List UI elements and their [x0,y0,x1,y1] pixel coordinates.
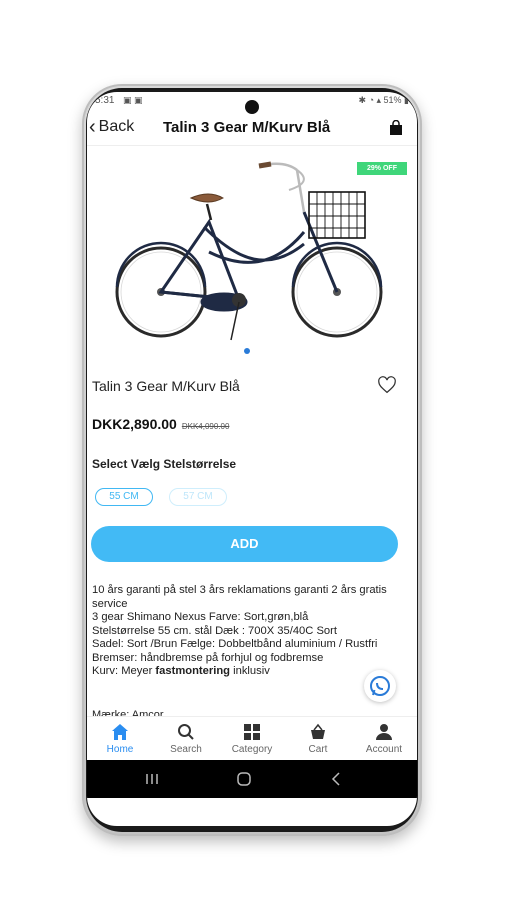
bottom-nav: Home Search Category Cart Account [87,716,417,760]
nav-label: Cart [308,744,328,755]
nav-item-category[interactable]: Category [219,717,285,760]
whatsapp-icon[interactable] [364,670,396,702]
chevron-left-icon: ‹ [89,116,96,138]
back-label: Back [98,118,135,135]
recent-apps-icon[interactable] [144,771,160,787]
description-line: Kurv: Meyer fastmontering inklusiv [92,665,270,677]
nav-item-cart[interactable]: Cart [285,717,351,760]
battery-text: 51% [383,95,402,105]
shopping-bag-icon[interactable] [389,120,403,136]
home-icon [112,724,128,740]
status-time: 5:31 [95,95,115,106]
nav-item-home[interactable]: Home [87,717,153,760]
size-select-label: Select Vælg Stelstørrelse [92,457,237,471]
nav-label: Account [365,744,403,755]
nav-label: Category [231,744,273,755]
system-nav-bar [87,760,417,798]
status-bar: 5:31 ▣ ▣ ✱ ◔ ▴ 51% ▮ [87,92,417,114]
carousel-indicator[interactable] [244,348,250,354]
phone-screen: 5:31 ▣ ▣ ✱ ◔ ▴ 51% ▮ ‹ Back Talin 3 Gear… [87,92,417,826]
battery-icon: ▮ [401,95,409,105]
description-line: Stelstørrelse 55 cm. stål Dæk : 700X 35/… [92,624,337,637]
size-option-55[interactable]: 55 CM [95,488,153,506]
description-line: Sadel: Sort /Brun Fælge: Dobbeltbånd alu… [92,638,378,664]
signal-icon: ✱ ◔ ▴ [358,95,384,105]
back-button[interactable]: ‹ Back [89,117,134,137]
current-price: DKK2,890.00 [92,416,177,432]
notification-icons: ▣ ▣ [123,95,143,105]
original-price: DKK4,090.00 [181,422,230,431]
page-title: Talin 3 Gear M/Kurv Blå [163,119,331,136]
nav-label: Home [106,744,134,755]
discount-badge: 29% OFF [357,162,407,175]
app-header: ‹ Back Talin 3 Gear M/Kurv Blå [87,112,417,146]
bicycle-illustration [115,161,383,341]
heart-icon[interactable] [377,376,397,394]
home-button-icon[interactable] [236,771,252,787]
product-image[interactable] [99,152,399,352]
user-icon [376,724,392,740]
nav-item-search[interactable]: Search [153,717,219,760]
product-name: Talin 3 Gear M/Kurv Blå [92,378,240,394]
basket-icon [311,723,325,739]
size-option-57[interactable]: 57 CM [169,488,227,506]
status-battery: ✱ ◔ ▴ 51% ▮ [359,95,409,106]
grid-icon [244,724,260,740]
add-to-cart-button[interactable]: ADD [91,526,398,562]
promo-stage: 5:31 ▣ ▣ ✱ ◔ ▴ 51% ▮ ‹ Back Talin 3 Gear… [0,0,506,900]
description-line: 10 års garanti på stel 3 års reklamation… [92,584,387,610]
product-description: 10 års garanti på stel 3 års reklamation… [92,584,392,679]
nav-label: Search [170,744,202,755]
price-row: DKK2,890.00 DKK4,090.00 [92,416,229,432]
nav-item-account[interactable]: Account [351,717,417,760]
description-line: 3 gear Shimano Nexus Farve: Sort,grøn,bl… [92,611,309,623]
search-icon [178,724,194,740]
back-nav-icon[interactable] [328,771,344,787]
